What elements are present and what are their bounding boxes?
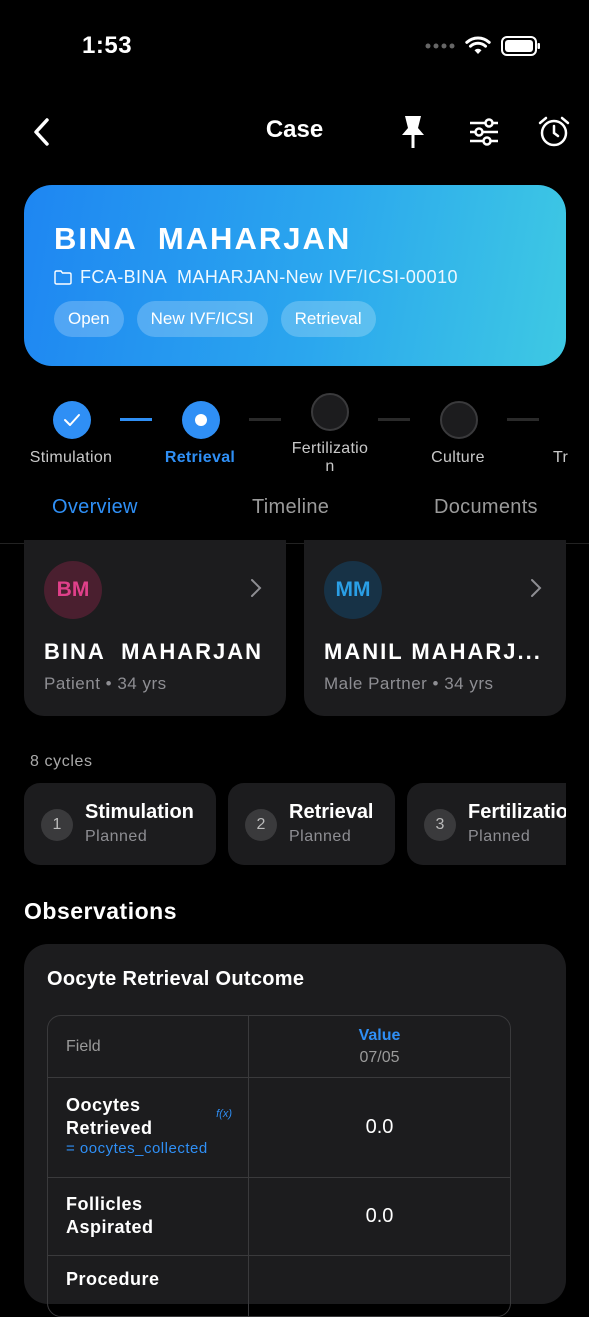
table-row: Procedure [48,1256,510,1316]
pin-button[interactable] [393,112,433,152]
value-column-date: 07/05 [359,1048,400,1066]
avatar: MM [324,561,382,619]
step-connector [507,418,539,421]
cycle-title: Retrieval [289,801,374,823]
stage-badge: Retrieval [280,301,376,337]
table-header-row: Field Value 07/05 [48,1016,510,1078]
step-label: Tr [553,449,569,466]
cycle-card[interactable]: 2 Retrieval Planned [228,783,395,865]
observation-title: Oocyte Retrieval Outcome [47,968,305,990]
cycle-number: 1 [41,809,73,841]
cycle-number: 2 [245,809,277,841]
alarm-clock-icon [538,116,570,147]
row-value[interactable]: 0.0 [249,1178,510,1255]
row-label: Follicles Aspirated [66,1194,154,1237]
status-badge: Open [54,301,124,337]
step-connector-done [120,418,152,421]
observation-table: Field Value 07/05 Oocytes Retrieved = oo… [47,1015,511,1317]
member-name: BINA MAHARJAN [44,639,264,664]
cellular-signal-icon [425,43,455,49]
current-step-indicator [195,414,207,426]
patient-name: BINA MAHARJAN [54,221,352,256]
chevron-right-icon [531,579,542,597]
tab-timeline[interactable]: Timeline [252,496,329,519]
field-column-header: Field [66,1037,101,1055]
value-column-header: Value [358,1026,401,1044]
cycle-status: Planned [468,828,531,845]
status-time: 1:53 [82,32,133,59]
cycle-title: Fertilization [468,801,566,823]
filter-button[interactable] [464,112,504,152]
step-label: Fertilizatio n [291,440,369,475]
tab-documents[interactable]: Documents [434,496,538,519]
battery-icon [501,36,540,56]
table-row: Follicles Aspirated 0.0 [48,1178,510,1256]
step-retrieval-dot[interactable] [182,401,220,439]
cycles-carousel[interactable]: 1 Stimulation Planned 2 Retrieval Planne… [24,783,566,865]
partner-card[interactable]: MM MANIL MAHARJ... Male Partner • 34 yrs [304,540,566,716]
filter-sliders-icon [470,118,498,146]
row-label: Oocytes Retrieved [66,1095,153,1138]
tab-overview[interactable]: Overview [52,496,138,519]
step-connector [378,418,410,421]
observation-card: Oocyte Retrieval Outcome Field Value 07/… [24,944,566,1317]
status-icons [425,36,541,56]
cycle-status: Planned [289,828,352,845]
protocol-badge: New IVF/ICSI [136,301,268,337]
wifi-icon [465,36,491,54]
check-icon [64,414,80,426]
member-subtitle: Male Partner • 34 yrs [324,674,494,693]
step-label-active: Retrieval [164,449,236,466]
case-id: FCA-BINA MAHARJAN-New IVF/ICSI-00010 [80,267,458,287]
case-id-row: FCA-BINA MAHARJAN-New IVF/ICSI-00010 [54,267,458,288]
row-formula: = oocytes_collected [66,1140,208,1157]
row-value[interactable]: 0.0 [249,1078,510,1177]
member-subtitle: Patient • 34 yrs [44,674,167,693]
cycle-card[interactable]: 3 Fertilization Planned [407,783,566,865]
avatar: BM [44,561,102,619]
section-heading: Observations [24,898,177,924]
cycle-title: Stimulation [85,801,194,823]
step-connector [249,418,281,421]
pin-icon [402,116,424,148]
step-culture-dot[interactable] [440,401,478,439]
member-name: MANIL MAHARJ... [324,639,542,664]
formula-icon: f(x) [216,1108,232,1120]
table-row: Oocytes Retrieved = oocytes_collected f(… [48,1078,510,1178]
step-label: Culture [431,449,485,466]
cycles-count: 8 cycles [30,753,93,770]
step-stimulation-dot[interactable] [53,401,91,439]
cycle-status: Planned [85,828,148,845]
cycle-card[interactable]: 1 Stimulation Planned [24,783,216,865]
cycle-number: 3 [424,809,456,841]
folder-icon [54,270,72,285]
reminder-button[interactable] [534,112,574,152]
step-label: Stimulation [29,449,113,466]
patient-card[interactable]: BM BINA MAHARJAN Patient • 34 yrs [24,540,286,716]
chevron-right-icon [251,579,262,597]
step-fertilization-dot[interactable] [311,393,349,431]
case-banner: BINA MAHARJAN FCA-BINA MAHARJAN-New IVF/… [24,185,566,366]
row-value[interactable] [249,1256,510,1316]
